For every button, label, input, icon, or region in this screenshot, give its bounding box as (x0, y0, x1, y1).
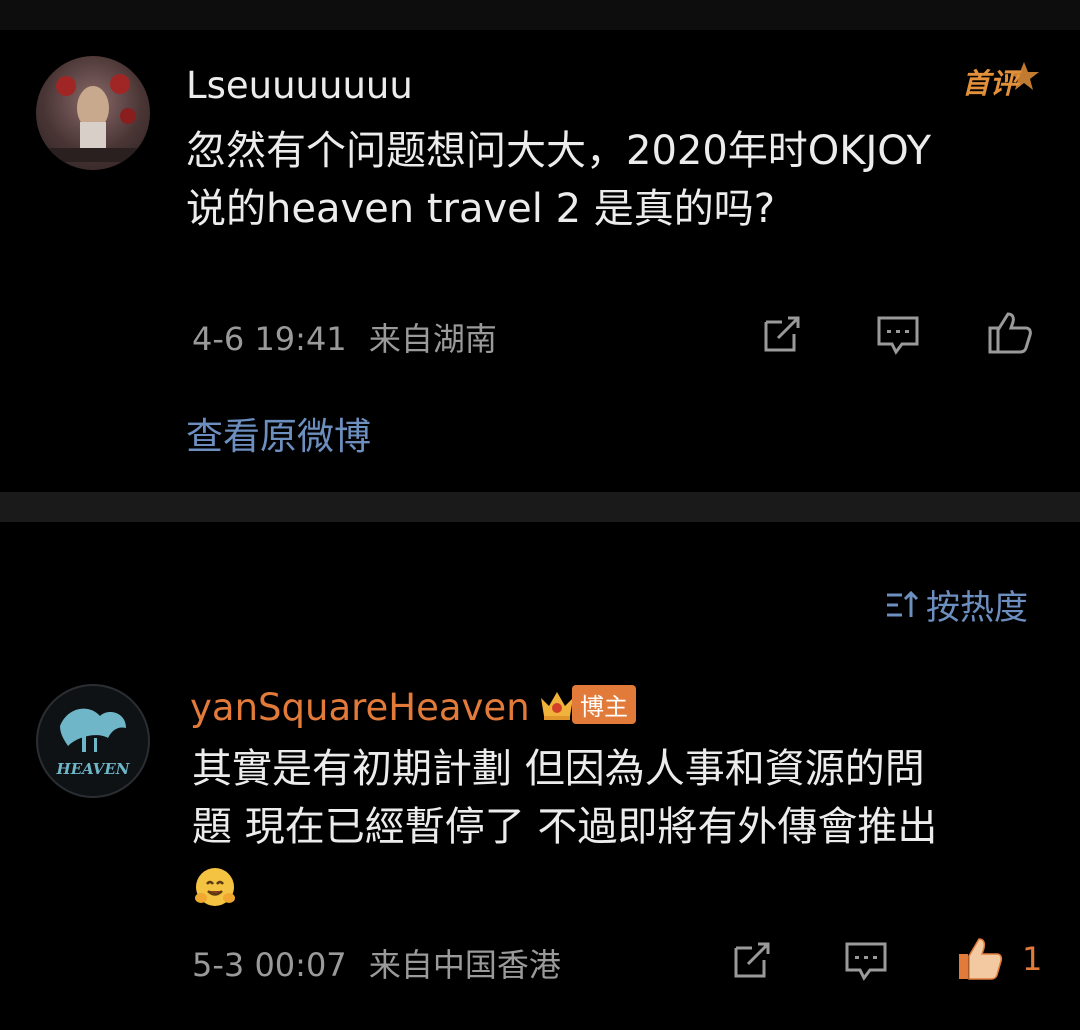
repost-button[interactable] (728, 936, 776, 984)
avatar-logo-text: HEAVEN (56, 760, 131, 778)
repost-icon (734, 942, 770, 978)
comment-text-line: 題 現在已經暫停了 不過即將有外傳會推出 (192, 804, 938, 850)
repost-icon (764, 316, 800, 352)
sort-toggle[interactable]: 按热度 (884, 580, 1028, 629)
sort-icon (887, 590, 919, 617)
thumbs-up-icon (959, 938, 1003, 980)
repost-button[interactable] (758, 310, 806, 358)
timestamp: 4-6 19:41 (192, 320, 347, 358)
comment-text-line: 其實是有初期計劃 但因為人事和資源的問 (192, 746, 925, 792)
comment-text: 其實是有初期計劃 但因為人事和資源的問 題 現在已經暫停了 不過即將有外傳會推出 (192, 740, 937, 856)
crown-icon (541, 692, 573, 720)
comment-button[interactable] (842, 936, 890, 984)
top-strip (0, 0, 1080, 30)
username[interactable]: yanSquareHeaven (190, 686, 530, 729)
comment-text-line: 忽然有个问题想问大大，2020年时OKJOY (186, 128, 932, 174)
like-count: 1 (1022, 940, 1043, 978)
comment-meta: 5-3 00:07 来自中国香港 (192, 940, 561, 986)
avatar[interactable]: HEAVEN (36, 684, 150, 798)
view-original-link[interactable]: 查看原微博 (186, 406, 371, 460)
avatar[interactable] (36, 56, 150, 170)
owner-badge: 博主 (538, 684, 636, 724)
avatar-image: HEAVEN (56, 708, 131, 778)
comment-icon (845, 942, 887, 981)
thumbs-up-icon (988, 312, 1032, 354)
hugging-face-emoji (195, 868, 235, 906)
star-icon (1009, 62, 1039, 90)
location: 来自湖南 (368, 320, 497, 358)
username[interactable]: Lseuuuuuuu (186, 64, 413, 107)
comment-text-line: 说的heaven travel 2 是真的吗? (186, 186, 775, 232)
comment-text: 忽然有个问题想问大大，2020年时OKJOY 说的heaven travel 2… (186, 122, 931, 238)
comment-icon (877, 316, 919, 355)
avatar-image (46, 74, 140, 162)
sort-label: 按热度 (926, 588, 1028, 628)
comment-button[interactable] (874, 310, 922, 358)
timestamp: 5-3 00:07 (192, 946, 347, 984)
owner-tag: 博主 (572, 684, 636, 724)
like-button[interactable] (986, 308, 1034, 356)
comment-meta: 4-6 19:41 来自湖南 (192, 314, 497, 360)
location: 来自中国香港 (368, 946, 561, 984)
section-divider (0, 492, 1080, 522)
like-button[interactable] (956, 934, 1004, 982)
